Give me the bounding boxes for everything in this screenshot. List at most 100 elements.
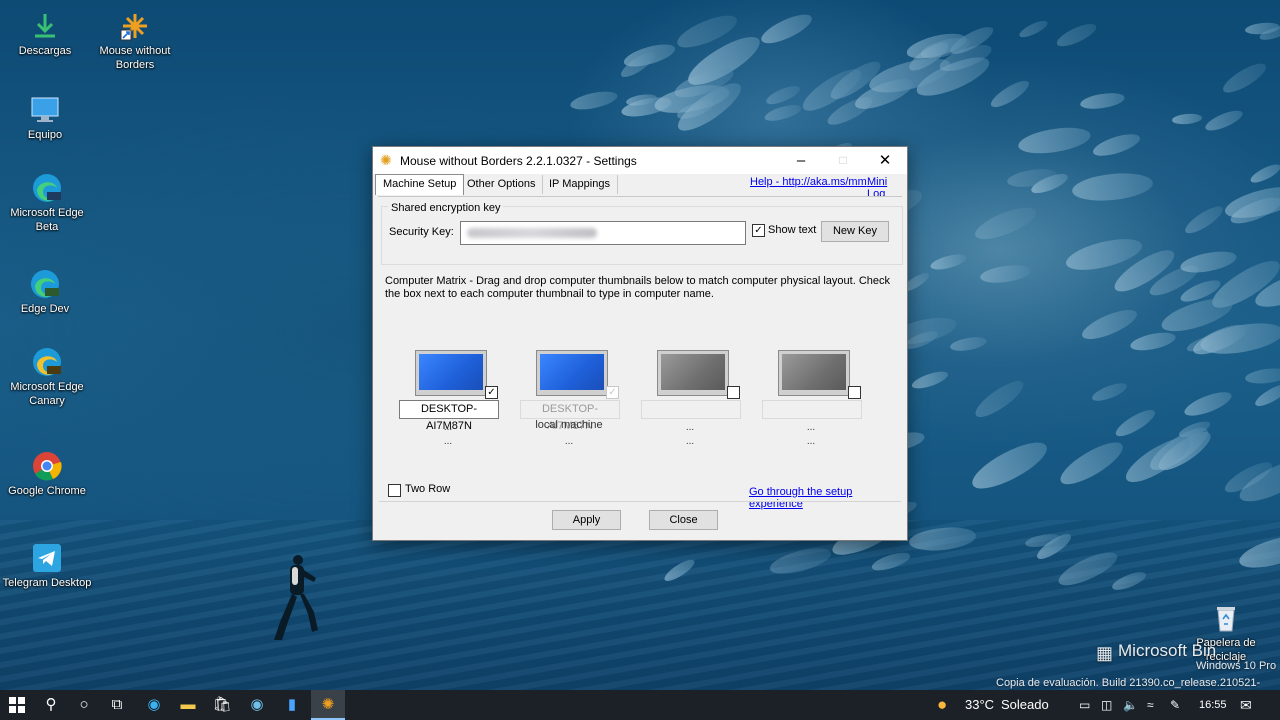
- battery-icon[interactable]: ▭: [1079, 690, 1090, 720]
- store-icon[interactable]: 🛍: [205, 690, 239, 720]
- download-icon: [29, 10, 61, 42]
- start-button[interactable]: [0, 690, 34, 720]
- windows-start-icon: [9, 697, 25, 714]
- close-window-button[interactable]: ✕: [863, 147, 907, 174]
- desktop-icon-edge-dev[interactable]: Edge Dev: [0, 268, 90, 316]
- fish-shape: [1203, 106, 1246, 135]
- cortana-icon[interactable]: ○: [67, 690, 101, 720]
- mouse-without-borders-icon: [119, 10, 151, 42]
- desktop-icon-google-chrome[interactable]: Google Chrome: [2, 450, 92, 498]
- seabed: [0, 520, 1280, 690]
- mouse-without-borders-taskbar-icon[interactable]: ✺: [311, 690, 345, 720]
- machine-3-checkbox[interactable]: [727, 386, 740, 399]
- fish-shape: [1181, 202, 1226, 238]
- tab-bar: Machine Setup Other Options IP Mappings …: [373, 174, 907, 200]
- machine-4-checkbox[interactable]: [848, 386, 861, 399]
- monitor-thumbnail[interactable]: [778, 350, 850, 396]
- fish-shape: [763, 102, 803, 125]
- two-row-checkbox[interactable]: [388, 484, 401, 497]
- machine-slot-3[interactable]: ... ...: [641, 350, 741, 460]
- tab-other-options[interactable]: Other Options: [460, 175, 544, 194]
- fish-shape: [1017, 18, 1050, 41]
- dialog-titlebar[interactable]: ✺ Mouse without Borders 2.2.1.0327 - Set…: [373, 147, 907, 174]
- edge-beta-taskbar-icon[interactable]: ◉: [240, 690, 274, 720]
- watermark-edition: Windows 10 Pro: [1196, 660, 1277, 672]
- desktop-icon-label: Telegram Desktop: [2, 577, 92, 589]
- desktop-icon-edge-canary[interactable]: Microsoft Edge Canary: [2, 346, 92, 408]
- edge-taskbar-icon[interactable]: ◉: [137, 690, 171, 720]
- fish-shape: [970, 375, 1028, 424]
- notification-icon[interactable]: ✉: [1240, 690, 1252, 720]
- desktop-icon-label: Equipo: [27, 129, 63, 141]
- search-icon[interactable]: ⚲: [34, 690, 68, 720]
- desktop-icon-telegram[interactable]: Telegram Desktop: [2, 542, 92, 590]
- security-key-label: Security Key:: [389, 226, 454, 238]
- notepad-taskbar-icon[interactable]: ▮: [275, 690, 309, 720]
- pen-icon[interactable]: ✎: [1170, 690, 1180, 720]
- apply-button[interactable]: Apply: [552, 510, 621, 530]
- wifi-icon[interactable]: ≈: [1147, 690, 1154, 720]
- machine-1-checkbox[interactable]: ✓: [485, 386, 498, 399]
- fish-shape: [757, 9, 815, 49]
- fish-shape: [1071, 170, 1155, 205]
- minimize-button[interactable]: –: [779, 147, 823, 174]
- fish-shape: [1079, 90, 1126, 112]
- fish-shape: [1055, 435, 1128, 492]
- fish-shape: [1171, 112, 1203, 125]
- setup-experience-link[interactable]: Go through the setup experience: [749, 486, 907, 510]
- machine-3-name-field: [641, 400, 741, 419]
- telegram-icon: [31, 542, 63, 574]
- new-key-button[interactable]: New Key: [821, 221, 889, 242]
- two-row-label: Two Row: [405, 483, 451, 495]
- weather-description[interactable]: Soleado: [1001, 690, 1049, 720]
- desktop-icon-equipo[interactable]: Equipo: [0, 94, 90, 142]
- machine-slot-1[interactable]: ✓ DESKTOP-AI7M87N ... ...: [399, 350, 499, 460]
- desktop-icon-label: Mouse without Borders: [99, 45, 171, 71]
- fish-shape: [928, 251, 968, 273]
- weather-sun-icon[interactable]: ●: [937, 690, 947, 720]
- desktop-icon-label: Microsoft Edge Beta: [10, 207, 84, 233]
- fish-shape: [1247, 161, 1280, 186]
- maximize-button[interactable]: □: [821, 147, 865, 174]
- monitor-thumbnail[interactable]: [415, 350, 487, 396]
- desktop-icon-descargas[interactable]: Descargas: [0, 10, 90, 58]
- machine-1-status-1: ...: [443, 422, 453, 433]
- desktop-icon-label: Microsoft Edge Canary: [10, 381, 84, 407]
- recycle-bin-icon: [1210, 602, 1242, 634]
- monitor-thumbnail[interactable]: [657, 350, 729, 396]
- machine-slot-4[interactable]: ... ...: [762, 350, 862, 460]
- machine-1-status-2: ...: [443, 436, 453, 447]
- security-key-input[interactable]: [460, 221, 746, 245]
- clock-time[interactable]: 16:55: [1199, 690, 1227, 720]
- machine-2-status-2: ...: [564, 436, 574, 447]
- fish-shape: [987, 76, 1033, 112]
- settings-dialog: ✺ Mouse without Borders 2.2.1.0327 - Set…: [372, 146, 908, 541]
- windows-logo-icon: ▦: [1096, 643, 1114, 663]
- desktop-icon-mouse-without-borders[interactable]: Mouse without Borders: [90, 10, 180, 72]
- show-text-checkbox[interactable]: ✓: [752, 224, 765, 237]
- close-button[interactable]: Close: [649, 510, 718, 530]
- task-view-icon[interactable]: ⧉: [100, 690, 134, 720]
- chrome-icon: [31, 450, 63, 482]
- desktop-icon-edge-beta[interactable]: Microsoft Edge Beta: [2, 172, 92, 234]
- fish-shape: [764, 82, 803, 108]
- monitor-thumbnail[interactable]: [536, 350, 608, 396]
- fish-shape: [1129, 329, 1178, 354]
- fish-shape: [1054, 18, 1100, 50]
- weather-temperature[interactable]: 33°C: [965, 690, 994, 720]
- tab-ip-mappings[interactable]: IP Mappings: [542, 175, 618, 194]
- device-icon[interactable]: ◫: [1101, 690, 1112, 720]
- machine-3-status-1: ...: [685, 422, 695, 433]
- fish-shape: [1017, 123, 1094, 158]
- machine-4-status-1: ...: [806, 422, 816, 433]
- computer-matrix-text: Computer Matrix - Drag and drop computer…: [385, 275, 890, 301]
- volume-icon[interactable]: 🔈: [1123, 690, 1138, 720]
- machine-slot-2[interactable]: ✓ DESKTOP-AI7M87N local machine ...: [520, 350, 620, 460]
- machine-1-name-input[interactable]: DESKTOP-AI7M87N: [399, 400, 499, 432]
- taskbar: ⚲ ○ ⧉ ◉ ▬ 🛍 ◉ ▮ ✺ ● 33°C Soleado ▭ ◫ 🔈 ≈…: [0, 690, 1280, 720]
- file-explorer-icon[interactable]: ▬: [171, 690, 205, 720]
- fish-shape: [569, 87, 620, 113]
- help-link[interactable]: Help - http://aka.ms/mm: [750, 176, 867, 188]
- fish-shape: [1091, 129, 1143, 160]
- tab-machine-setup[interactable]: Machine Setup: [375, 174, 465, 195]
